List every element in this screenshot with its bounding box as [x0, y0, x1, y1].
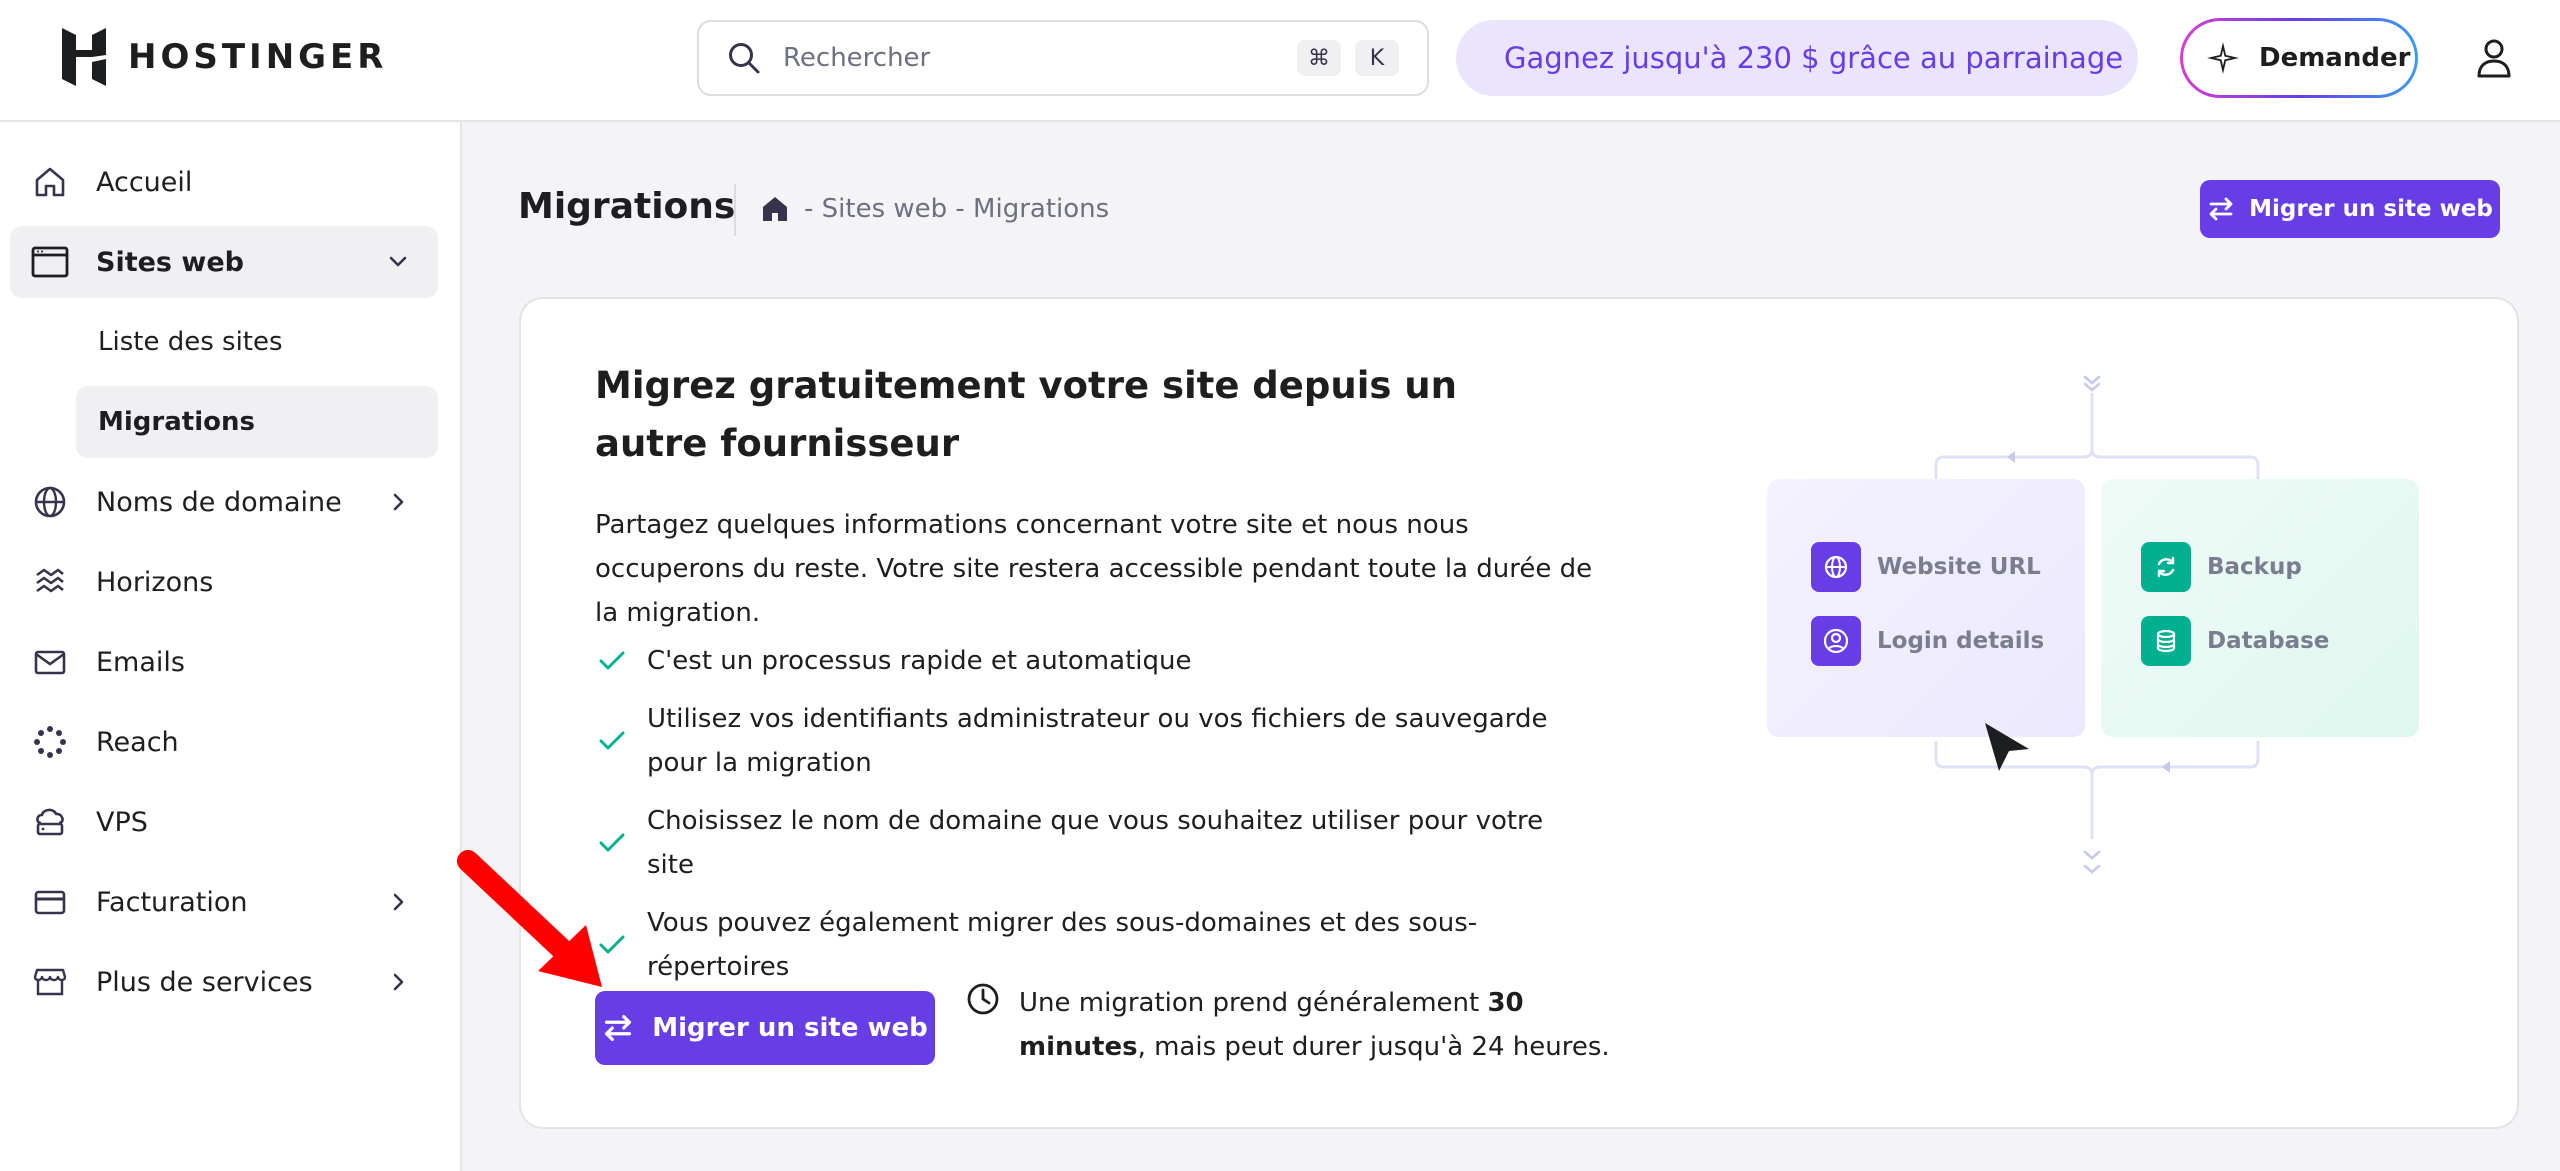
- globe-icon: [1811, 542, 1861, 592]
- sparkle-icon: [2207, 42, 2239, 74]
- page-title: Migrations: [518, 186, 736, 227]
- sidebar-item-vps[interactable]: VPS: [10, 786, 438, 858]
- login-details-item: Login details: [1811, 616, 2044, 666]
- sidebar-item-label: Noms de domaine: [96, 486, 342, 518]
- migrate-website-label: Migrer un site web: [652, 1013, 928, 1043]
- note-text-part: , mais peut durer jusqu'à 24 heures.: [1137, 1032, 1610, 1062]
- referral-text: Gagnez jusqu'à 230 $ grâce au parrainage: [1504, 41, 2124, 75]
- sidebar-item-label: VPS: [96, 806, 148, 838]
- referral-banner[interactable]: Gagnez jusqu'à 230 $ grâce au parrainage: [1456, 20, 2138, 96]
- login-details-label: Login details: [1877, 628, 2045, 654]
- sidebar-item-reach[interactable]: Reach: [10, 706, 438, 778]
- card-description: Partagez quelques informations concernan…: [595, 510, 1593, 628]
- note-text-part: Une migration prend généralement: [1019, 988, 1488, 1018]
- database-icon: [2141, 616, 2191, 666]
- list-item: Choisissez le nom de domaine que vous so…: [595, 799, 1595, 887]
- account-icon[interactable]: [2474, 36, 2514, 80]
- feature-text: Vous pouvez également migrer des sous-do…: [647, 908, 1478, 982]
- shortcut-key-cmd: ⌘: [1297, 40, 1341, 76]
- reach-icon: [30, 722, 70, 762]
- mouse-cursor-icon: [1985, 723, 2029, 771]
- chevron-right-icon: [393, 893, 404, 911]
- feature-list: C'est un processus rapide et automatique…: [595, 639, 1595, 1003]
- migration-illustration: Website URL Login details Backup Databas…: [1761, 369, 2441, 889]
- sidebar-subitem-migrations[interactable]: Migrations: [76, 386, 438, 458]
- sidebar-item-accueil[interactable]: Accueil: [10, 146, 438, 218]
- sidebar-item-label: Horizons: [96, 566, 214, 598]
- globe-icon: [30, 482, 70, 522]
- sidebar-subitem-liste-des-sites[interactable]: Liste des sites: [76, 306, 438, 378]
- website-url-item: Website URL: [1811, 542, 2041, 592]
- sidebar-item-noms-de-domaine[interactable]: Noms de domaine: [10, 466, 438, 538]
- search-input[interactable]: Rechercher: [783, 43, 1283, 73]
- hostinger-logo-icon: [62, 28, 106, 86]
- breadcrumb-path: - Sites web - Migrations: [804, 194, 1110, 224]
- source-panel: [1767, 479, 2085, 737]
- sidebar-item-facturation[interactable]: Facturation: [10, 866, 438, 938]
- brand-name: HOSTINGER: [128, 37, 388, 77]
- database-label: Database: [2207, 628, 2330, 654]
- backup-label: Backup: [2207, 554, 2302, 580]
- horizons-icon: [30, 562, 70, 602]
- sidebar-item-horizons[interactable]: Horizons: [10, 546, 438, 618]
- note-text: Une migration prend généralement 30 minu…: [1019, 981, 1619, 1069]
- sidebar-item-label: Accueil: [96, 166, 193, 198]
- home-icon: [30, 162, 70, 202]
- sidebar: Accueil Sites web Liste des sites Migrat…: [0, 122, 462, 1171]
- feature-text: Utilisez vos identifiants administrateur…: [647, 704, 1548, 778]
- user-icon: [1811, 616, 1861, 666]
- breadcrumb: - Sites web - Migrations: [760, 194, 1109, 224]
- check-icon: [599, 731, 625, 750]
- top-bar: HOSTINGER Rechercher ⌘ K Gagnez jusqu'à …: [0, 0, 2560, 122]
- list-item: Vous pouvez également migrer des sous-do…: [595, 901, 1595, 989]
- breadcrumb-divider: [734, 184, 736, 236]
- clock-icon: [967, 983, 999, 1015]
- swap-arrows-icon: [605, 1014, 632, 1042]
- sidebar-item-label: Facturation: [96, 886, 248, 918]
- sidebar-item-label: Emails: [96, 646, 185, 678]
- sidebar-item-sites-web[interactable]: Sites web: [10, 226, 438, 298]
- migration-duration-note: Une migration prend généralement 30 minu…: [965, 981, 1619, 1069]
- search-icon: [729, 43, 760, 74]
- annotation-arrow-icon: [457, 850, 602, 987]
- migration-card: Migrez gratuitement votre site depuis un…: [519, 297, 2519, 1129]
- cloud-server-icon: [30, 802, 70, 842]
- backup-item: Backup: [2141, 542, 2302, 592]
- feature-text: Choisissez le nom de domaine que vous so…: [647, 806, 1544, 880]
- database-item: Database: [2141, 616, 2329, 666]
- sidebar-item-emails[interactable]: Emails: [10, 626, 438, 698]
- store-icon: [30, 962, 70, 1002]
- sidebar-item-plus-de-services[interactable]: Plus de services: [10, 946, 438, 1018]
- list-item: C'est un processus rapide et automatique: [595, 639, 1595, 683]
- card-title: Migrez gratuitement votre site depuis un…: [595, 364, 1457, 465]
- feature-text: C'est un processus rapide et automatique: [647, 646, 1192, 676]
- migrate-website-top-label: Migrer un site web: [2249, 196, 2493, 222]
- shortcut-key-k: K: [1355, 40, 1399, 76]
- envelope-icon: [30, 642, 70, 682]
- chevron-right-icon: [393, 493, 404, 511]
- migrate-website-top-button[interactable]: Migrer un site web: [2200, 180, 2500, 238]
- search-box[interactable]: Rechercher ⌘ K: [697, 20, 1429, 96]
- sidebar-item-label: Sites web: [96, 246, 244, 278]
- ask-ai-button[interactable]: Demander: [2180, 18, 2418, 98]
- website-url-label: Website URL: [1877, 554, 2041, 580]
- ask-ai-label: Demander: [2259, 43, 2411, 73]
- sync-icon: [2141, 542, 2191, 592]
- chevron-down-icon: [389, 256, 407, 267]
- destination-panel: [2101, 479, 2419, 737]
- sidebar-item-label: Plus de services: [96, 966, 313, 998]
- sidebar-item-label: Reach: [96, 726, 179, 758]
- chevron-right-icon: [393, 973, 404, 991]
- home-breadcrumb-icon[interactable]: [760, 194, 790, 224]
- check-icon: [599, 651, 625, 670]
- credit-card-icon: [30, 882, 70, 922]
- list-item: Utilisez vos identifiants administrateur…: [595, 697, 1595, 785]
- hostinger-logo[interactable]: HOSTINGER: [60, 28, 387, 86]
- browser-window-icon: [30, 242, 70, 282]
- swap-arrows-icon: [2209, 197, 2233, 221]
